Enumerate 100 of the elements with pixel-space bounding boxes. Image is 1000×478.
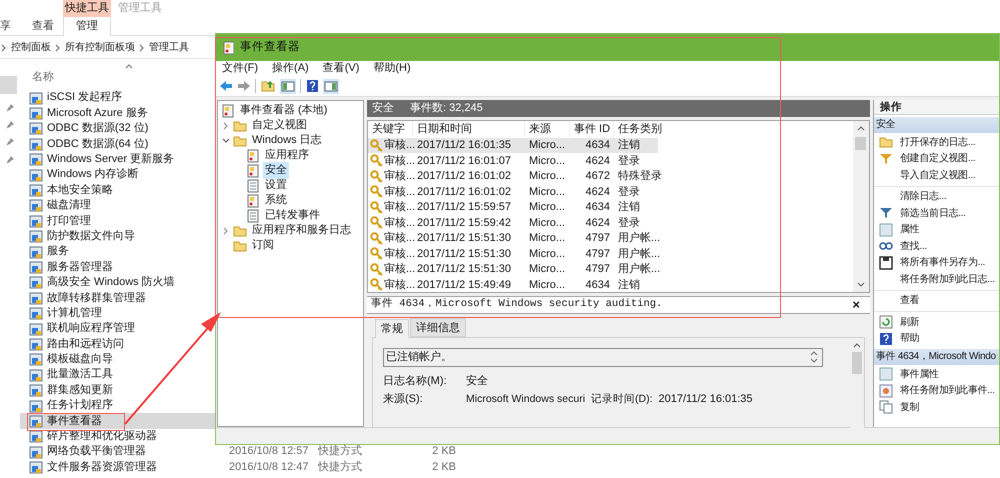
action-link[interactable]: 将任务附加到此事件... [900, 383, 995, 398]
action-link[interactable]: 刷新 [900, 314, 920, 330]
file-name[interactable]: Windows Server 更新服务 [47, 151, 197, 168]
tab[interactable]: 详细信息 [410, 318, 466, 336]
ribbon-tab[interactable]: 查看 [32, 17, 54, 36]
help-icon [879, 332, 893, 346]
file-name[interactable]: iSCSI 发起程序 [47, 89, 197, 106]
tree-item[interactable]: Windows 日志 [250, 132, 324, 149]
file-row-highlight[interactable]: 事件查看器 [20, 413, 215, 429]
file-name[interactable]: 任务计划程序 [47, 397, 197, 414]
file-name[interactable]: 事件查看器 [47, 412, 197, 430]
scrollbar[interactable] [853, 120, 869, 292]
file-name[interactable]: 故障转移群集管理器 [47, 290, 197, 306]
action-link[interactable]: 清除日志... [900, 189, 946, 204]
file-name[interactable]: 文件服务器资源管理器 [47, 458, 211, 476]
table-cell-text: 审核... [384, 154, 416, 168]
tree-item[interactable]: 事件查看器 (本地) [238, 102, 330, 119]
file-size: 2 KB [431, 460, 456, 475]
table-cell-text: 审核... [384, 216, 416, 230]
action-link[interactable]: 查找... [900, 238, 927, 254]
action-link[interactable]: 属性 [900, 222, 920, 238]
action-link[interactable]: 查看 [900, 293, 920, 308]
section-header[interactable]: 安全 [874, 117, 999, 133]
file-name[interactable]: 模板磁盘向导 [47, 351, 197, 368]
file-name[interactable]: 防护数据文件向导 [47, 228, 197, 244]
table-cell-text: 2017/11/2 16:01:02 [417, 184, 511, 200]
breadcrumb-item[interactable]: 管理工具 [148, 40, 190, 55]
log-icon [246, 194, 260, 208]
tree-item[interactable]: 自定义视图 [250, 117, 309, 134]
tree-item[interactable]: 应用程序 [263, 147, 311, 164]
file-name[interactable]: 联机响应程序管理 [47, 320, 197, 337]
tree-item[interactable]: 已转发事件 [263, 207, 322, 224]
tree-item[interactable]: 系统 [263, 192, 289, 209]
file-name[interactable]: 计算机管理 [47, 304, 197, 322]
shortcut-icon [29, 275, 43, 290]
nav-item-highlight[interactable] [0, 76, 17, 94]
file-name[interactable]: ODBC 数据源(32 位) [47, 120, 197, 137]
shortcut-icon [29, 368, 43, 382]
log-icon [221, 104, 235, 118]
file-name[interactable]: 网络负载平衡管理器 [47, 443, 211, 460]
scroll-thumb[interactable] [852, 352, 862, 374]
file-name[interactable]: 服务器管理器 [47, 258, 197, 276]
menu-item[interactable]: 帮助(H) [373, 60, 411, 77]
tree-item[interactable]: 应用程序和服务日志 [250, 222, 353, 239]
file-name[interactable]: 群集感知更新 [47, 382, 197, 398]
action-link[interactable]: 导入自定义视图... [900, 168, 976, 183]
menu-item[interactable]: 文件(F) [222, 60, 258, 77]
table-cell-text: Micro... [529, 216, 566, 230]
file-name[interactable]: 磁盘清理 [47, 197, 197, 214]
action-link[interactable]: 事件属性 [900, 366, 939, 382]
action-link[interactable]: 创建自定义视图... [900, 151, 976, 166]
file-name[interactable]: Microsoft Azure 服务 [47, 104, 197, 122]
action-link[interactable]: 帮助 [900, 331, 920, 346]
log-name: 安全 [372, 100, 394, 116]
tree-item[interactable]: 订阅 [250, 237, 276, 254]
menu-item[interactable]: 查看(V) [322, 60, 360, 77]
table-cell-text: 登录 [618, 184, 640, 200]
table-cell-text: 登录 [618, 216, 640, 230]
tab[interactable]: 常规 [375, 318, 409, 338]
file-name[interactable]: Windows 内存诊断 [47, 166, 197, 183]
table-cell-text: 2017/11/2 16:01:02 [417, 169, 511, 184]
details-title: 事件 4634，Microsoft Windows security auditing. [371, 296, 662, 312]
window-title: 事件查看器 [240, 40, 300, 55]
table-cell-text: 4624 [586, 216, 610, 230]
file-name[interactable]: 服务 [47, 243, 197, 260]
pin-icon [6, 138, 14, 146]
file-name[interactable]: 高级安全 Windows 防火墙 [47, 274, 197, 291]
file-name[interactable]: 批量激活工具 [47, 366, 197, 383]
file-name[interactable]: ODBC 数据源(64 位) [47, 136, 197, 152]
funnel-icon [879, 152, 893, 166]
ribbon-tab[interactable]: 享 [0, 17, 11, 36]
action-link[interactable]: 打开保存的日志... [900, 134, 976, 150]
ribbon-tab[interactable]: 管理 [63, 17, 111, 36]
breadcrumb-item[interactable]: 所有控制面板项 [64, 40, 136, 55]
table-cell-text: 注销 [618, 278, 640, 292]
action-link[interactable]: 复制 [900, 400, 920, 415]
selected-row-highlight[interactable]: 审核... 2017/11/2 16:01:35 Micro... 4634 注销 [368, 138, 658, 153]
field-label: 记录时间(D): [591, 392, 653, 407]
description-field[interactable]: 已注销帐户。 [383, 348, 823, 366]
file-name[interactable]: 本地安全策略 [47, 182, 197, 198]
action-link[interactable]: 将所有事件另存为... [900, 255, 986, 270]
scroll-thumb[interactable] [855, 136, 866, 150]
tree-item[interactable]: 安全 [263, 162, 289, 179]
app-icon [222, 40, 234, 54]
chevron-icon [139, 44, 145, 52]
file-name[interactable]: 打印管理 [47, 212, 197, 230]
breadcrumb-item[interactable]: 控制面板 [10, 40, 52, 55]
close-button[interactable]: × [852, 298, 860, 311]
folder-icon [233, 238, 247, 252]
file-name[interactable]: 路由和远程访问 [47, 336, 197, 352]
table-cell-text: 4797 [586, 262, 610, 277]
action-link[interactable]: 将任务附加到此日志... [900, 272, 995, 287]
column-header[interactable]: 名称 [32, 69, 54, 86]
tree-item[interactable]: 设置 [263, 177, 289, 194]
file-type: 快捷方式 [318, 460, 363, 475]
section-header[interactable]: 事件 4634，Microsoft Windo [874, 349, 999, 365]
shortcut-icon [29, 383, 43, 398]
menu-item[interactable]: 操作(A) [272, 60, 309, 77]
action-link[interactable]: 筛选当前日志... [900, 206, 966, 221]
table-cell-text: Micro... [529, 278, 566, 292]
